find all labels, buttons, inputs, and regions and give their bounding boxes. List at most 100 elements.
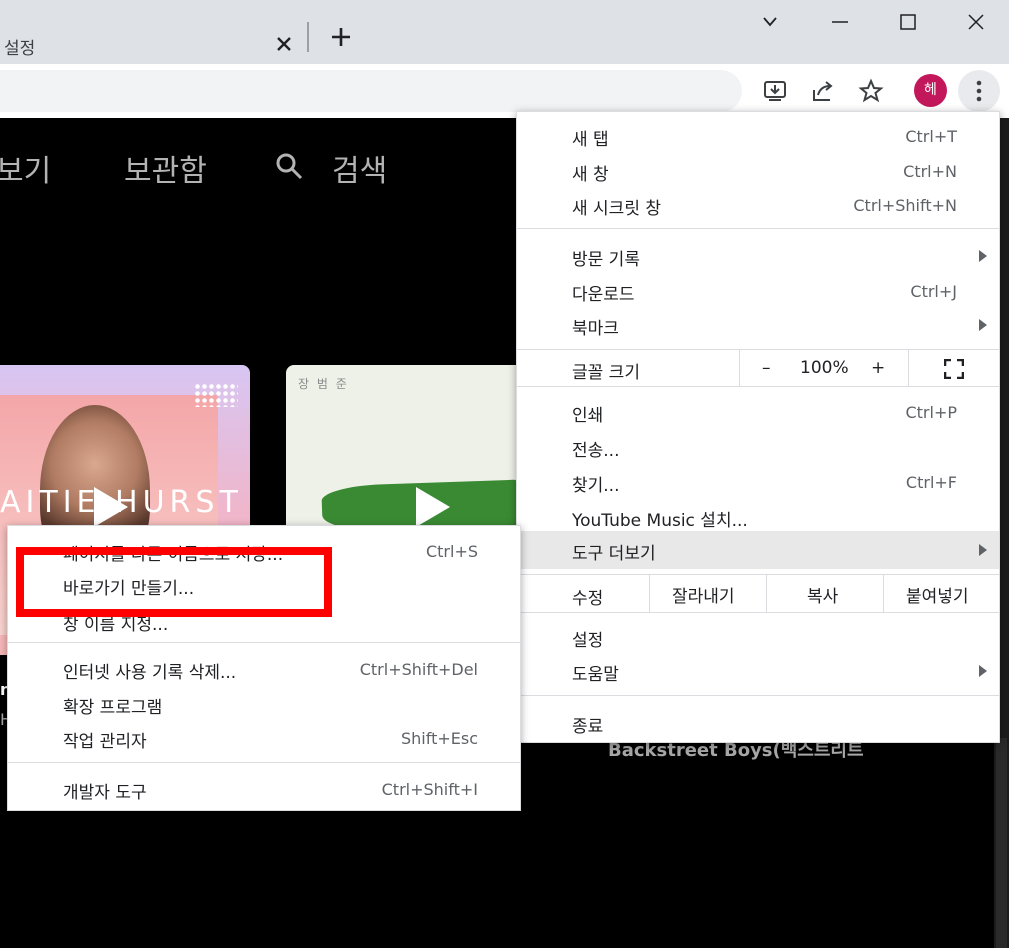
- close-tab-icon[interactable]: [272, 32, 296, 56]
- menu-divider: [517, 574, 999, 575]
- menu-item-label: 방문 기록: [572, 250, 640, 270]
- edit-divider: [649, 575, 650, 612]
- cut-button[interactable]: 잘라내기: [672, 582, 735, 607]
- share-icon[interactable]: [808, 76, 838, 106]
- edit-divider: [883, 575, 884, 612]
- menu-divider: [517, 228, 999, 229]
- highlight-box: [16, 547, 332, 617]
- menu-item-shortcut: Ctrl+F: [905, 473, 957, 492]
- submenu-arrow-icon: [979, 319, 987, 331]
- menu-item-label: YouTube Music 설치...: [572, 511, 748, 531]
- menu-item-bookmarks[interactable]: 북마크: [517, 308, 999, 342]
- menu-item-label: 다운로드: [572, 285, 635, 305]
- tab-search-chevron-icon[interactable]: [756, 8, 784, 36]
- menu-item-shortcut: Ctrl+Shift+N: [853, 196, 957, 215]
- menu-divider: [517, 349, 999, 350]
- zoom-level: 100%: [800, 358, 849, 378]
- menu-item-label: 인쇄: [572, 406, 604, 426]
- menu-item-shortcut: Ctrl+Shift+I: [381, 780, 478, 799]
- browser-tab[interactable]: 설정: [0, 8, 302, 64]
- menu-item-settings[interactable]: 설정: [517, 620, 999, 654]
- tab-title: 설정: [4, 39, 36, 59]
- tab-strip: 설정: [0, 0, 1009, 64]
- zoom-label: 글꼴 크기: [572, 363, 640, 383]
- zoom-in-button[interactable]: +: [871, 358, 885, 378]
- zoom-divider: [739, 350, 740, 386]
- minimize-icon[interactable]: [826, 8, 854, 36]
- nav-library[interactable]: 보관함: [124, 146, 207, 190]
- menu-divider: [8, 762, 520, 763]
- play-icon[interactable]: [416, 487, 450, 527]
- menu-item-label: 전송...: [572, 441, 620, 461]
- menu-item-cast[interactable]: 전송...: [517, 430, 999, 464]
- menu-divider: [517, 386, 999, 387]
- menu-divider: [517, 612, 999, 613]
- menu-divider: [8, 642, 520, 643]
- chrome-main-menu: 새 탭 Ctrl+T 새 창 Ctrl+N 새 시크릿 창 Ctrl+Shift…: [516, 111, 1000, 743]
- menu-item-shortcut: Ctrl+T: [905, 127, 957, 146]
- dot-pattern-decoration: [194, 383, 238, 407]
- nav-explore[interactable]: 보기: [0, 146, 51, 190]
- submenu-item-extensions[interactable]: 확장 프로그램: [8, 689, 520, 723]
- menu-item-exit[interactable]: 종료: [517, 706, 999, 740]
- menu-item-label: 새 시크릿 창: [572, 199, 662, 219]
- menu-item-label: 찾기...: [572, 476, 620, 496]
- play-icon[interactable]: [94, 487, 128, 527]
- menu-item-label: 새 창: [572, 165, 609, 185]
- album-art-label: 장 범 준: [298, 377, 349, 391]
- install-app-icon[interactable]: [760, 76, 790, 106]
- browser-toolbar: 헤: [0, 64, 1009, 118]
- zoom-divider: [908, 350, 909, 386]
- submenu-arrow-icon: [979, 250, 987, 262]
- menu-item-find[interactable]: 찾기... Ctrl+F: [517, 465, 999, 499]
- close-window-icon[interactable]: [962, 8, 990, 36]
- menu-item-label: 설정: [572, 631, 604, 651]
- paste-button[interactable]: 붙여넣기: [906, 582, 969, 607]
- search-icon[interactable]: [274, 151, 304, 181]
- menu-item-help[interactable]: 도움말: [517, 654, 999, 688]
- menu-item-label: 북마크: [572, 319, 619, 339]
- fullscreen-icon[interactable]: [944, 359, 964, 379]
- menu-item-print[interactable]: 인쇄 Ctrl+P: [517, 395, 999, 429]
- maximize-icon[interactable]: [894, 8, 922, 36]
- three-dots-vertical-icon: [976, 80, 982, 102]
- menu-row-zoom: 글꼴 크기: [517, 352, 999, 386]
- menu-item-shortcut: Ctrl+N: [903, 162, 957, 181]
- menu-item-history[interactable]: 방문 기록: [517, 239, 999, 273]
- menu-item-shortcut: Shift+Esc: [400, 729, 478, 748]
- submenu-item-clear-data[interactable]: 인터넷 사용 기록 삭제... Ctrl+Shift+Del: [8, 654, 520, 688]
- menu-item-new-tab[interactable]: 새 탭 Ctrl+T: [517, 119, 999, 153]
- address-bar[interactable]: [0, 70, 742, 112]
- menu-item-incognito[interactable]: 새 시크릿 창 Ctrl+Shift+N: [517, 188, 999, 222]
- menu-item-new-window[interactable]: 새 창 Ctrl+N: [517, 154, 999, 188]
- tab-separator: [307, 22, 309, 52]
- submenu-arrow-icon: [979, 665, 987, 677]
- menu-divider: [517, 695, 999, 696]
- scrollbar-thumb[interactable]: [996, 738, 1007, 948]
- menu-item-shortcut: Ctrl+S: [425, 542, 478, 561]
- menu-item-label: 확장 프로그램: [63, 698, 163, 718]
- submenu-arrow-icon: [979, 544, 987, 556]
- zoom-out-button[interactable]: –: [762, 358, 771, 378]
- profile-avatar[interactable]: 헤: [914, 74, 947, 107]
- menu-item-label: 인터넷 사용 기록 삭제...: [63, 663, 237, 683]
- menu-item-label: 도움말: [572, 665, 619, 685]
- menu-item-downloads[interactable]: 다운로드 Ctrl+J: [517, 274, 999, 308]
- nav-search[interactable]: 검색: [332, 146, 387, 190]
- new-tab-icon[interactable]: [328, 24, 354, 50]
- menu-item-label: 작업 관리자: [63, 732, 147, 752]
- copy-button[interactable]: 복사: [807, 582, 838, 607]
- menu-item-label: 새 탭: [572, 130, 609, 150]
- edit-label: 수정: [572, 589, 604, 609]
- chrome-menu-button[interactable]: [958, 70, 1000, 112]
- menu-item-shortcut: Ctrl+P: [905, 403, 957, 422]
- menu-item-label: 개발자 도구: [63, 783, 147, 803]
- submenu-item-devtools[interactable]: 개발자 도구 Ctrl+Shift+I: [8, 774, 520, 808]
- menu-item-label: 종료: [572, 717, 604, 737]
- submenu-item-task-manager[interactable]: 작업 관리자 Shift+Esc: [8, 723, 520, 757]
- bookmark-star-icon[interactable]: [856, 76, 886, 106]
- edit-divider: [766, 575, 767, 612]
- menu-item-shortcut: Ctrl+J: [910, 282, 957, 301]
- menu-item-install-app[interactable]: YouTube Music 설치...: [517, 500, 999, 534]
- menu-item-more-tools[interactable]: 도구 더보기: [517, 531, 999, 569]
